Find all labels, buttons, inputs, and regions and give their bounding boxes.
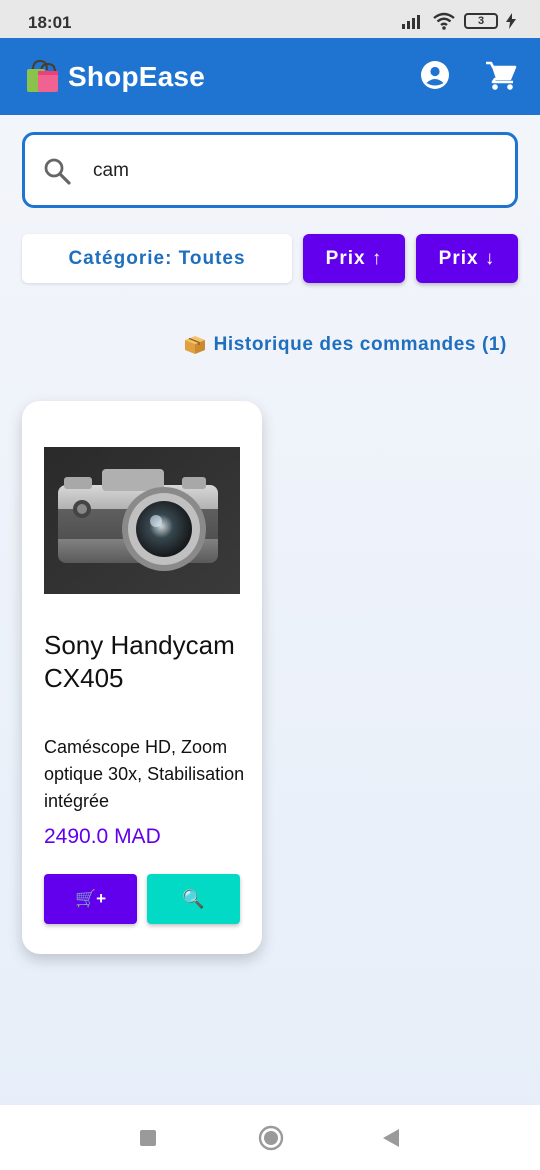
wifi-icon <box>433 12 455 30</box>
home-icon[interactable] <box>258 1125 284 1151</box>
sort-price-ascending-button[interactable]: Prix ↑ <box>303 234 405 283</box>
sort-price-descending-button[interactable]: Prix ↓ <box>416 234 518 283</box>
category-filter-button[interactable]: Catégorie: Toutes <box>22 234 292 283</box>
status-time: 18:01 <box>28 13 72 32</box>
product-description: Caméscope HD, Zoom optique 30x, Stabilis… <box>44 737 245 811</box>
product-card[interactable]: Sony Handycam CX405 Caméscope HD, Zoom o… <box>22 401 262 954</box>
view-details-button[interactable]: 🔍 <box>147 874 240 924</box>
search-icon <box>44 158 71 185</box>
order-history-label: Historique des commandes (1) <box>213 334 507 355</box>
package-icon <box>184 336 205 354</box>
shopping-cart-icon[interactable] <box>485 60 517 92</box>
battery-level: 3 <box>477 15 485 27</box>
add-to-cart-button[interactable]: 🛒+ <box>44 874 137 924</box>
recent-apps-icon[interactable] <box>140 1130 156 1146</box>
system-navigation-bar <box>0 1105 540 1170</box>
product-name: Sony Handycam CX405 <box>44 630 235 693</box>
signal-icon <box>402 15 420 29</box>
charging-icon <box>506 13 516 29</box>
status-bar: 18:01 3 <box>0 0 540 38</box>
product-camera-image <box>44 447 240 594</box>
order-history-link[interactable]: Historique des commandes (1) <box>184 334 507 356</box>
view-details-label: 🔍 <box>182 888 205 909</box>
search-box[interactable] <box>22 132 518 208</box>
add-to-cart-label: 🛒+ <box>74 889 107 908</box>
app-title: ShopEase <box>68 61 205 92</box>
shopping-bag-logo-icon <box>27 59 58 92</box>
search-input[interactable] <box>93 153 493 189</box>
app-bar: ShopEase <box>0 38 540 115</box>
product-price: 2490.0 MAD <box>44 825 161 848</box>
account-icon[interactable] <box>420 60 450 90</box>
status-icons: 3 <box>402 12 516 30</box>
back-icon[interactable] <box>382 1128 400 1148</box>
battery-icon: 3 <box>464 13 498 29</box>
